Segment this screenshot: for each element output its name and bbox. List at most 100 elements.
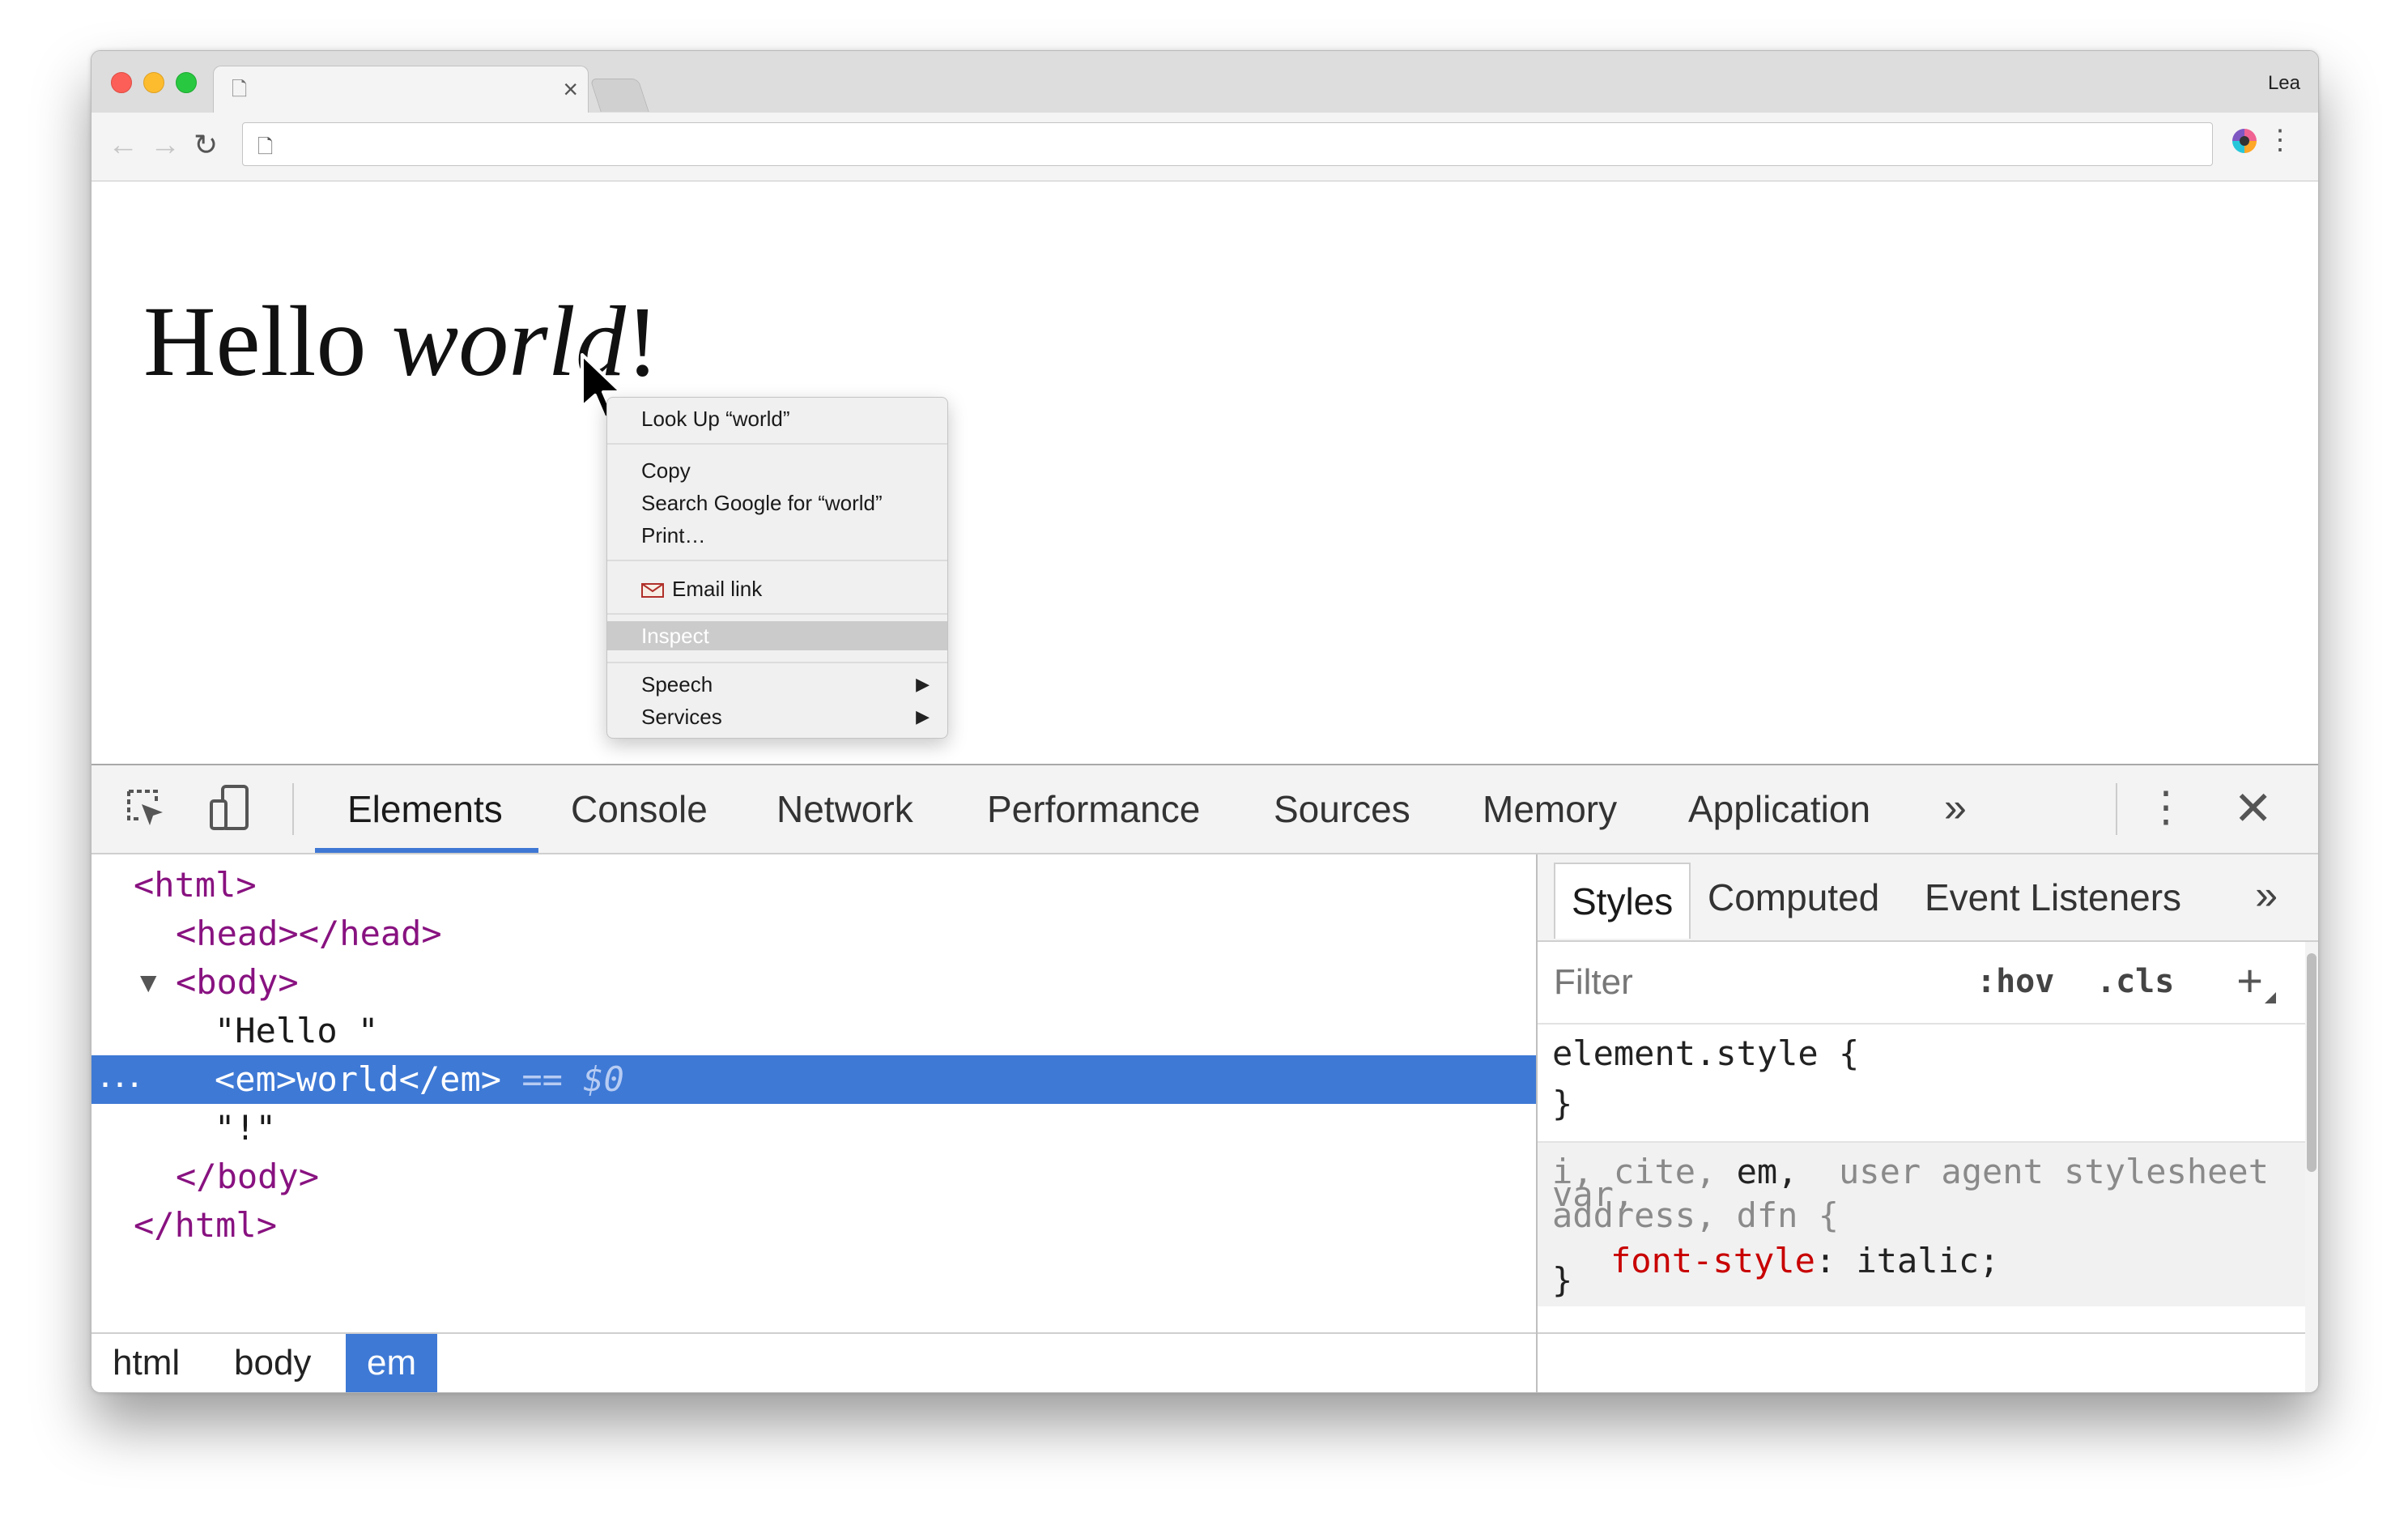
menu-item-look-up[interactable]: Look Up “world”: [641, 404, 790, 433]
tab-styles[interactable]: Styles: [1554, 863, 1691, 939]
tab-computed[interactable]: Computed: [1708, 854, 1879, 940]
minimize-window-button[interactable]: [143, 72, 164, 93]
tree-node-text[interactable]: "!": [91, 1104, 1536, 1152]
breadcrumb-em[interactable]: em: [346, 1334, 438, 1392]
extension-icon[interactable]: [2232, 129, 2257, 153]
tree-node-body-close[interactable]: </body>: [91, 1152, 1536, 1201]
device-toolbar-icon[interactable]: [205, 783, 253, 832]
element-style-selector[interactable]: element.style {: [1552, 1031, 1859, 1076]
close-window-button[interactable]: [111, 72, 132, 93]
breadcrumb-body[interactable]: body: [213, 1334, 332, 1392]
expand-arrow-icon[interactable]: ▼: [140, 958, 156, 1007]
document-icon: 🗋: [257, 136, 274, 158]
tab-memory[interactable]: Memory: [1483, 765, 1617, 853]
menu-separator: [607, 560, 947, 561]
more-tabs-icon[interactable]: »: [1944, 765, 1967, 853]
menu-item-label: Email link: [672, 577, 763, 601]
dollar-zero: $0: [583, 1059, 624, 1099]
menu-item-inspect[interactable]: Inspect: [607, 621, 947, 650]
tab-console[interactable]: Console: [571, 765, 708, 853]
submenu-arrow-icon: ▶: [916, 706, 930, 726]
text-node: "!": [215, 1108, 276, 1148]
screen: { "browser": { "profile_name": "Lea", "t…: [0, 0, 2408, 1521]
equals-marker: ==: [521, 1059, 563, 1099]
profile-name[interactable]: Lea: [2268, 72, 2300, 95]
tag-html-open: <html>: [134, 865, 257, 905]
tree-node-html[interactable]: <html>: [91, 861, 1536, 910]
filter-input[interactable]: Filter: [1554, 942, 1633, 1023]
forward-button[interactable]: →: [150, 127, 181, 163]
filter-bar: Filter :hov .cls +: [1538, 942, 2305, 1025]
menu-separator: [607, 443, 947, 445]
hov-toggle[interactable]: :hov: [1976, 942, 2054, 1021]
toolbar-divider: [292, 783, 294, 835]
menu-separator: [607, 613, 947, 615]
tree-node-text[interactable]: "Hello ": [91, 1007, 1536, 1055]
tab-elements[interactable]: Elements: [347, 765, 503, 853]
browser-tab[interactable]: 🗋 ×: [213, 66, 589, 113]
css-value: : italic;: [1815, 1241, 2000, 1280]
tag-body-close: </body>: [176, 1157, 320, 1196]
inspect-element-icon[interactable]: [121, 783, 169, 832]
menu-item-speech[interactable]: Speech: [641, 670, 713, 699]
reload-button[interactable]: ↻: [194, 127, 218, 163]
scrollbar-thumb[interactable]: [2307, 953, 2317, 1172]
close-devtools-icon[interactable]: ✕: [2233, 765, 2273, 853]
em-node: <em>world</em> == $0: [215, 1055, 624, 1104]
cls-toggle[interactable]: .cls: [2096, 942, 2174, 1021]
document-icon: 🗋: [232, 79, 248, 100]
tab-event-listeners[interactable]: Event Listeners: [1925, 854, 2181, 940]
breadcrumb-html[interactable]: html: [91, 1334, 201, 1392]
devtools-menu-icon[interactable]: ⋮: [2145, 765, 2187, 853]
menu-item-print[interactable]: Print…: [641, 521, 705, 550]
styles-footer: [1538, 1332, 2305, 1392]
styles-pane: Styles Computed Event Listeners » Filter…: [1538, 854, 2318, 1392]
tree-node-body[interactable]: ▼ <body>: [91, 958, 1536, 1007]
node-actions-icon[interactable]: ...: [98, 1055, 142, 1104]
rule-close-brace: }: [1552, 1084, 1573, 1123]
tree-node-head[interactable]: <head></head>: [91, 910, 1536, 958]
breadcrumb: html body em: [91, 1332, 1536, 1392]
tag-em-close: </em>: [398, 1059, 502, 1099]
browser-toolbar: ← → ↻ 🗋 ⋮: [91, 113, 2318, 181]
tab-performance[interactable]: Performance: [987, 765, 1200, 853]
menu-item-copy[interactable]: Copy: [641, 456, 691, 485]
tab-application[interactable]: Application: [1688, 765, 1870, 853]
tree-node-em-selected[interactable]: ... <em>world</em> == $0: [91, 1055, 1536, 1104]
ua-source-link[interactable]: user agent stylesheet: [1839, 1149, 2269, 1195]
zoom-window-button[interactable]: [176, 72, 197, 93]
element-style-rule: element.style { }: [1538, 1026, 2305, 1140]
tree-node-html-close[interactable]: </html>: [91, 1201, 1536, 1250]
em-text: world: [296, 1059, 399, 1099]
tag-html-close: </html>: [134, 1205, 278, 1245]
ua-style-rule: i, cite, em, user agent stylesheet var, …: [1538, 1141, 2305, 1306]
page-content: Hello world! Look Up “world” Copy Search…: [91, 181, 2318, 765]
tab-network[interactable]: Network: [776, 765, 913, 853]
submenu-arrow-icon: ▶: [916, 674, 930, 694]
address-bar[interactable]: 🗋: [242, 122, 2213, 166]
rule-close-brace: }: [1552, 1260, 1573, 1300]
add-rule-menu-icon[interactable]: [2265, 992, 2276, 1003]
styles-tabs: Styles Computed Event Listeners »: [1538, 854, 2318, 942]
toolbar-divider: [2116, 783, 2117, 835]
menu-item-services[interactable]: Services: [641, 702, 722, 731]
more-tabs-icon[interactable]: »: [2255, 854, 2278, 935]
back-button[interactable]: ←: [108, 127, 138, 163]
heading-text: Hello: [143, 286, 392, 397]
close-tab-icon[interactable]: ×: [563, 76, 578, 102]
browser-window: 🗋 × Lea ← → ↻ 🗋 ⋮ Hello world! Look Up “…: [91, 50, 2319, 1393]
devtools-panel: Elements Console Network Performance Sou…: [91, 764, 2318, 1392]
new-tab-button[interactable]: [589, 79, 649, 112]
tag-body-open: <body>: [176, 962, 299, 1002]
menu-separator: [607, 662, 947, 663]
devtools-toolbar: Elements Console Network Performance Sou…: [91, 765, 2318, 854]
ua-selector-match: em,: [1736, 1152, 1798, 1191]
menu-item-search-google[interactable]: Search Google for “world”: [641, 488, 883, 518]
tab-sources[interactable]: Sources: [1274, 765, 1410, 853]
css-declaration[interactable]: font-style: italic;: [1610, 1238, 1999, 1284]
tag-head: <head></head>: [176, 914, 442, 953]
add-rule-icon[interactable]: +: [2236, 942, 2263, 1020]
email-icon: [641, 583, 664, 598]
menu-item-email-link[interactable]: Email link: [641, 574, 762, 603]
browser-menu-icon[interactable]: ⋮: [2266, 124, 2294, 156]
